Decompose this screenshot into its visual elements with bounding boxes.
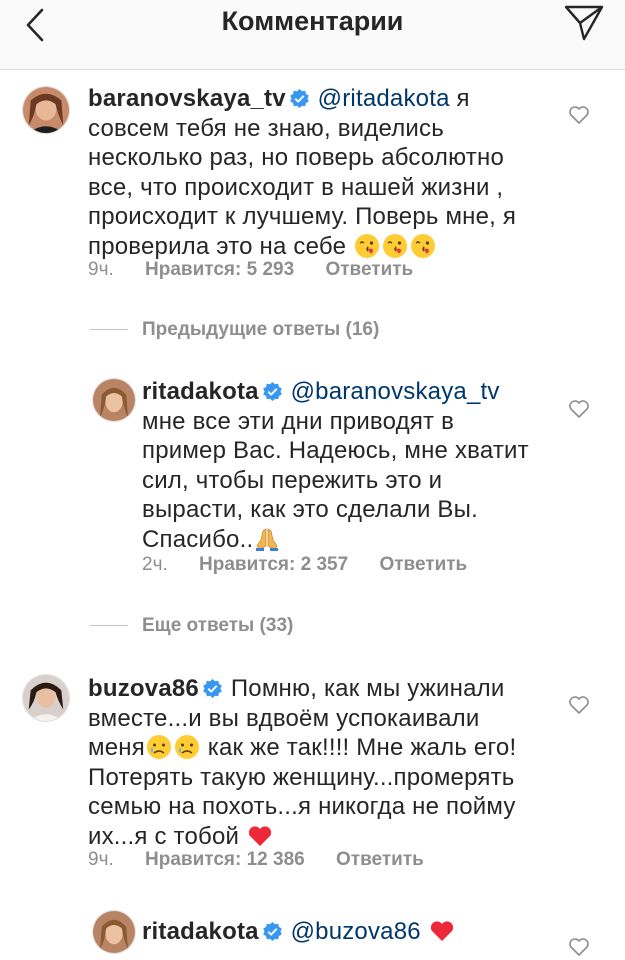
comment-meta: 2ч. Нравится: 2 357 Ответить: [142, 554, 493, 576]
avatar[interactable]: [22, 86, 70, 134]
comment-line: их...я с тобой: [88, 822, 240, 850]
comment-time: 9ч.: [88, 849, 114, 870]
comment-text: ritadakota @buzova86: [142, 917, 562, 947]
folded-hands-emoji-icon: [256, 527, 279, 551]
view-previous-replies-button[interactable]: Предыдущие ответы (16): [90, 319, 379, 341]
comment-line: происходит к лучшему. Поверь мне, я: [88, 203, 517, 230]
username[interactable]: ritadakota: [142, 918, 259, 945]
kiss-emoji-icon: [383, 233, 407, 258]
reply-button[interactable]: Ответить: [336, 849, 424, 870]
paper-plane-icon[interactable]: [563, 2, 605, 42]
likes-count[interactable]: Нравится: 2 357: [199, 554, 348, 575]
likes-count[interactable]: Нравится: 12 386: [145, 849, 305, 870]
comment-line: все, что происходит в нашей жизни ,: [88, 173, 504, 201]
mention-link[interactable]: @buzova86: [291, 918, 421, 945]
red-heart-emoji-icon: [248, 825, 272, 846]
red-heart-emoji-icon: [430, 921, 453, 941]
replies-toggle-label: Предыдущие ответы (16): [142, 319, 380, 340]
like-heart-icon[interactable]: [568, 104, 590, 126]
avatar[interactable]: [92, 910, 136, 954]
comments-header: Комментарии: [0, 0, 625, 70]
comment-time: 9ч.: [88, 259, 114, 280]
avatar[interactable]: [22, 674, 70, 722]
comment-text: baranovskaya_tv @ritadakota я совсем теб…: [88, 84, 558, 261]
comment-text: ritadakota @baranovskaya_tv мне все эти …: [142, 377, 562, 554]
comment-line: пример Вас. Надеюсь, мне хватит: [142, 437, 529, 464]
comment-meta: 9ч. Нравится: 12 386 Ответить: [88, 849, 450, 871]
comment-line: как же так!!!! Мне жаль его!: [200, 734, 517, 761]
kiss-emoji-icon: [355, 233, 379, 258]
username[interactable]: buzova86: [88, 675, 199, 702]
comment-line: Помню, как мы ужинали: [223, 675, 505, 702]
avatar[interactable]: [92, 378, 136, 422]
comment-line: совсем тебя не знаю, виделись: [88, 114, 444, 142]
like-heart-icon[interactable]: [568, 694, 590, 716]
divider: [90, 625, 128, 627]
mention-link[interactable]: @ritadakota: [318, 85, 450, 112]
reply-button[interactable]: Ответить: [379, 554, 467, 575]
verified-badge-icon: [262, 922, 282, 941]
replies-toggle-label: Еще ответы (33): [142, 615, 294, 636]
comment-line: сил, чтобы пережить это и: [142, 466, 443, 494]
view-more-replies-button[interactable]: Еще ответы (33): [90, 615, 293, 637]
mention-link[interactable]: @baranovskaya_tv: [291, 378, 500, 405]
username[interactable]: baranovskaya_tv: [88, 85, 286, 112]
likes-count[interactable]: Нравится: 5 293: [145, 259, 294, 280]
comment-line: вырасти, как это сделали Вы.: [142, 496, 478, 523]
like-heart-icon[interactable]: [568, 936, 590, 958]
divider: [90, 329, 128, 331]
crying-emoji-icon: [174, 735, 199, 759]
comment-line: семью на похоть...я никогда не пойму: [88, 793, 516, 820]
comment-time: 2ч.: [142, 554, 168, 575]
comment-line: проверила это на себе: [88, 232, 347, 260]
comment-line: я: [449, 85, 470, 112]
verified-badge-icon: [289, 89, 309, 108]
comment-meta: 9ч. Нравится: 5 293 Ответить: [88, 259, 439, 281]
comment-line: меня: [88, 734, 145, 761]
verified-badge-icon: [203, 679, 222, 698]
comment-line: Спасибо..: [142, 525, 254, 553]
like-heart-icon[interactable]: [568, 398, 590, 420]
username[interactable]: ritadakota: [142, 378, 259, 405]
crying-emoji-icon: [146, 735, 171, 759]
comment-line: Потерять такую женщину...промерять: [88, 763, 515, 791]
comment-line: мне все эти дни приводят в: [142, 407, 455, 435]
comment-text: buzova86 Помню, как мы ужинали вместе...…: [88, 674, 558, 851]
page-title: Комментарии: [221, 6, 404, 36]
verified-badge-icon: [262, 382, 282, 401]
comment-line: несколько раз, но поверь абсолютно: [88, 144, 504, 171]
reply-button[interactable]: Ответить: [325, 259, 413, 280]
comment-line: вместе...и вы вдвоём успокаивали: [88, 704, 480, 732]
kiss-emoji-icon: [411, 233, 435, 258]
